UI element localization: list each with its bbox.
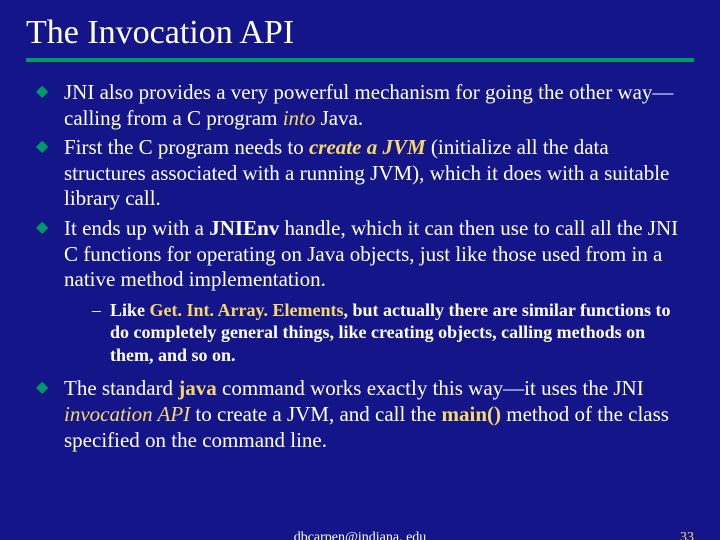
footer-page-number: 33 (680, 530, 694, 540)
bullet-item: It ends up with a JNIEnv handle, which i… (34, 216, 690, 366)
bullet-text: Java. (315, 106, 363, 130)
bullet-text: JNI also provides a very powerful mechan… (64, 80, 673, 130)
bullet-item: First the C program needs to create a JV… (34, 135, 690, 212)
sub-bullet-list: Like Get. Int. Array. Elements, but actu… (64, 299, 690, 367)
bullet-text: command works exactly this way—it uses t… (217, 376, 644, 400)
highlight-getintarrayelements: Get. Int. Array. Elements (150, 300, 344, 320)
slide-title: The Invocation API (26, 14, 694, 52)
bullet-item: JNI also provides a very powerful mechan… (34, 80, 690, 131)
bullet-text: The standard (64, 376, 178, 400)
highlight-into: into (283, 106, 316, 130)
highlight-create-jvm: create a JVM (309, 135, 426, 159)
footer-email: dbcarpen@indiana. edu (0, 530, 720, 540)
slide: The Invocation API JNI also provides a v… (0, 0, 720, 540)
bullet-text: to create a JVM, and call the (190, 402, 441, 426)
sub-bullet-text: Like (110, 300, 150, 320)
sub-bullet-item: Like Get. Int. Array. Elements, but actu… (92, 299, 690, 367)
bullet-text: It ends up with a (64, 216, 209, 240)
bullet-list: JNI also provides a very powerful mechan… (26, 80, 694, 453)
title-rule (26, 58, 694, 62)
highlight-java: java (178, 376, 217, 400)
highlight-invocation-api: invocation API (64, 402, 190, 426)
bullet-item: The standard java command works exactly … (34, 376, 690, 453)
highlight-jnienv: JNIEnv (209, 216, 279, 240)
highlight-main: main() (442, 402, 502, 426)
bullet-text: First the C program needs to (64, 135, 309, 159)
